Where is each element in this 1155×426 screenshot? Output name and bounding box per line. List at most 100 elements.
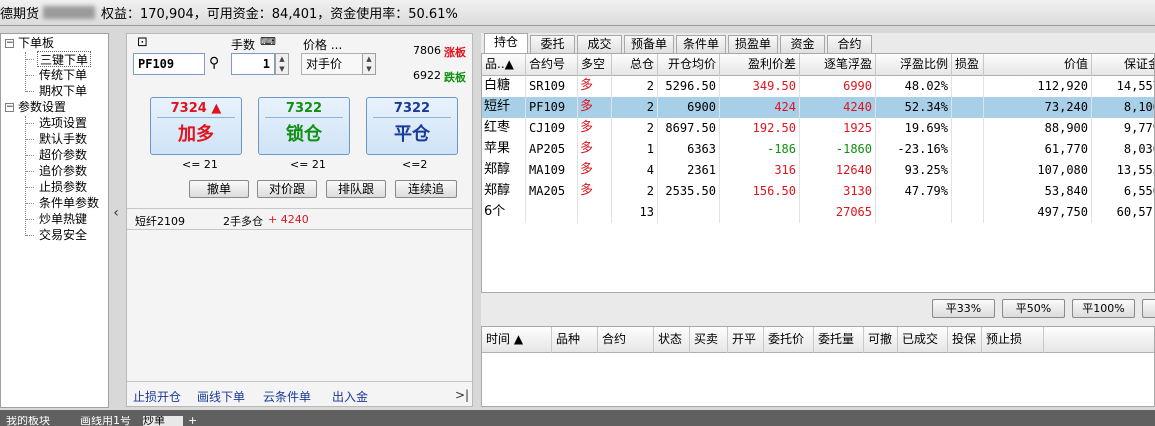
table-row[interactable]: 短纤PF109多26900424424052.34% 73,2408,100 bbox=[482, 97, 1154, 118]
tab-orders[interactable]: 委托 bbox=[530, 35, 575, 53]
tree-group-order[interactable]: 下单板 bbox=[18, 35, 54, 51]
total-row[interactable]: 6个1327065497,75060,5713 bbox=[482, 202, 1154, 223]
line-order-link[interactable]: 画线下单 bbox=[197, 388, 245, 405]
order-col-8-header[interactable]: 可撤 bbox=[864, 327, 898, 353]
tab-contracts[interactable]: 合约 bbox=[827, 35, 872, 53]
tree-item-classic[interactable]: 传统下单 bbox=[39, 67, 87, 83]
tab-conditional[interactable]: 条件单 bbox=[676, 35, 726, 53]
col-product-cell: 6个 bbox=[482, 202, 526, 223]
order-col-10-header[interactable]: 投保 bbox=[948, 327, 982, 353]
col-sl-tp-cell bbox=[952, 118, 984, 139]
unlock-icon[interactable]: ⊡ bbox=[137, 35, 148, 50]
collapse-panel-icon[interactable]: ‹ bbox=[109, 205, 123, 225]
lock-position-button[interactable]: 7322 锁仓 bbox=[258, 97, 350, 155]
tab-fills[interactable]: 成交 bbox=[577, 35, 622, 53]
col-value-cell: 497,750 bbox=[984, 202, 1092, 223]
price-mode-select[interactable]: 对手价 bbox=[301, 53, 367, 75]
collapse-icon[interactable]: − bbox=[5, 103, 14, 112]
order-col-1-header[interactable]: 品种 bbox=[552, 327, 598, 353]
tab-stoploss[interactable]: 损盈单 bbox=[728, 35, 778, 53]
tree-item-conditional[interactable]: 条件单参数 bbox=[39, 195, 99, 211]
follow-queue-button[interactable]: 排队跟 bbox=[326, 180, 386, 198]
stoploss-open-link[interactable]: 止损开仓 bbox=[133, 388, 181, 405]
table-row[interactable]: 郑醇 MA205 多 2 2535.50 156.50 3130 47.79% 53,840 6,… bbox=[482, 181, 1154, 202]
close-position-button[interactable]: 7322 平仓 bbox=[366, 97, 458, 155]
tab-prepared[interactable]: 预备单 bbox=[624, 35, 674, 53]
col-float-pl-cell: -1860 bbox=[800, 139, 876, 160]
col-product-header[interactable]: 品..▲ bbox=[482, 54, 526, 76]
close-100-button[interactable]: 平100% bbox=[1072, 299, 1135, 318]
cancel-order-button[interactable]: 撤单 bbox=[189, 180, 249, 198]
position-pl: + 4240 bbox=[268, 213, 309, 226]
tree-item-stoploss[interactable]: 止损参数 bbox=[39, 179, 87, 195]
tree-item-chase[interactable]: 追价参数 bbox=[39, 163, 87, 179]
table-row[interactable]: 红枣 CJ109 多 2 8697.50 192.50 1925 19.69% 88,900 9,… bbox=[482, 118, 1154, 139]
tree-item-three-key[interactable]: 三键下单 bbox=[37, 51, 92, 67]
order-links: 止损开仓 画线下单 云条件单 出入金 >| bbox=[127, 384, 472, 406]
lots-stepper[interactable]: ▲ ▼ bbox=[275, 53, 289, 75]
col-contract-header[interactable]: 合约号 bbox=[526, 54, 578, 76]
col-avg-price-cell: 8697.50 bbox=[658, 118, 720, 139]
tree-item-overprice[interactable]: 超价参数 bbox=[39, 147, 87, 163]
orders-header: 时间 ▲ 品种 合约 状态 买卖 开平 委托价 委托量 可撤 已成交 投保 预止损 bbox=[482, 327, 1154, 353]
table-row[interactable]: 郑醇MA109多423613161264093.25% 107,08013,555 bbox=[482, 160, 1154, 181]
col-side-header[interactable]: 多空 bbox=[578, 54, 612, 76]
table-row[interactable]: 白糖 SR109 多 2 5296.50 349.50 6990 48.02% 112,920 1… bbox=[482, 76, 1154, 97]
col-pl-ratio-header[interactable]: 浮盈比例 bbox=[876, 54, 952, 76]
workspace-tab-line[interactable]: 画线用1号 bbox=[80, 416, 140, 426]
positions-table: 品..▲合约号多空总仓开仓均价盈利价差逐笔浮盈浮盈比例损盈价值保证金资 白糖SR… bbox=[481, 53, 1155, 293]
price-label[interactable]: 价格 ... bbox=[303, 36, 342, 53]
order-col-6-header[interactable]: 委托价 bbox=[764, 327, 814, 353]
search-icon[interactable]: ⚲ bbox=[209, 55, 219, 71]
tree-group-settings[interactable]: 参数设置 bbox=[18, 99, 66, 115]
order-col-3-header[interactable]: 状态 bbox=[654, 327, 690, 353]
lots-input[interactable]: 1 bbox=[231, 53, 275, 75]
order-col-11-header[interactable]: 预止损 bbox=[982, 327, 1044, 353]
limit-up-value: 7806 bbox=[413, 44, 441, 57]
tree-item-security[interactable]: 交易安全 bbox=[39, 227, 87, 243]
tree-item-default-lots[interactable]: 默认手数 bbox=[39, 131, 87, 147]
close-33-button[interactable]: 平33% bbox=[932, 299, 995, 318]
order-col-7-header[interactable]: 委托量 bbox=[814, 327, 864, 353]
col-margin-header[interactable]: 保证金 bbox=[1092, 54, 1154, 76]
workspace-tab-my-sector[interactable]: 我的板块 bbox=[6, 416, 76, 426]
price-stepper[interactable]: ▲ ▼ bbox=[362, 53, 376, 75]
col-float-pl-cell: 27065 bbox=[800, 202, 876, 223]
tree-item-options[interactable]: 选项设置 bbox=[39, 115, 87, 131]
add-tab-icon[interactable]: + bbox=[188, 416, 202, 426]
orders-table: 时间 ▲ 品种 合约 状态 买卖 开平 委托价 委托量 可撤 已成交 投保 预止损 bbox=[481, 326, 1155, 407]
col-pl-spread-cell: 349.50 bbox=[720, 76, 800, 97]
col-avg-price-header[interactable]: 开仓均价 bbox=[658, 54, 720, 76]
col-pl-spread-header[interactable]: 盈利价差 bbox=[720, 54, 800, 76]
workspace-tab-scalp[interactable]: 炒单 bbox=[143, 416, 183, 426]
collapse-icon[interactable]: − bbox=[5, 39, 14, 48]
continuous-chase-button[interactable]: 连续追 bbox=[395, 180, 457, 198]
funds-transfer-link[interactable]: 出入金 bbox=[332, 388, 368, 405]
follow-counter-button[interactable]: 对价跟 bbox=[257, 180, 317, 198]
keyboard-icon[interactable]: ⌨ bbox=[260, 35, 276, 48]
col-avg-price-cell: 5296.50 bbox=[658, 76, 720, 97]
close-more-button[interactable] bbox=[1142, 299, 1155, 318]
table-row[interactable]: 苹果AP205多16363-186-1860-23.16% 61,7708,030 bbox=[482, 139, 1154, 160]
buy-long-button[interactable]: 7324 ▲ 加多 bbox=[150, 97, 242, 155]
cloud-conditional-link[interactable]: 云条件单 bbox=[263, 388, 311, 405]
tab-funds[interactable]: 资金 bbox=[780, 35, 825, 53]
order-col-2-header[interactable]: 合约 bbox=[598, 327, 654, 353]
tree-item-hotkeys[interactable]: 炒单热键 bbox=[39, 211, 87, 227]
col-sl-tp-header[interactable]: 损盈 bbox=[952, 54, 984, 76]
order-col-4-header[interactable]: 买卖 bbox=[690, 327, 728, 353]
lock-limit: <= 21 bbox=[290, 158, 326, 171]
col-margin-cell: 6,550 bbox=[1092, 181, 1154, 202]
contract-input[interactable]: PF109 bbox=[133, 53, 205, 75]
col-total-header[interactable]: 总仓 bbox=[612, 54, 658, 76]
col-float-pl-header[interactable]: 逐笔浮盈 bbox=[800, 54, 876, 76]
lock-label: 锁仓 bbox=[286, 124, 322, 145]
order-col-5-header[interactable]: 开平 bbox=[728, 327, 764, 353]
col-value-header[interactable]: 价值 bbox=[984, 54, 1092, 76]
order-col-0-header[interactable]: 时间 ▲ bbox=[482, 327, 552, 353]
tab-positions[interactable]: 持仓 bbox=[484, 33, 528, 53]
order-col-9-header[interactable]: 已成交 bbox=[898, 327, 948, 353]
close-50-button[interactable]: 平50% bbox=[1002, 299, 1065, 318]
expand-icon[interactable]: >| bbox=[455, 388, 469, 402]
tree-item-option[interactable]: 期权下单 bbox=[39, 83, 87, 99]
